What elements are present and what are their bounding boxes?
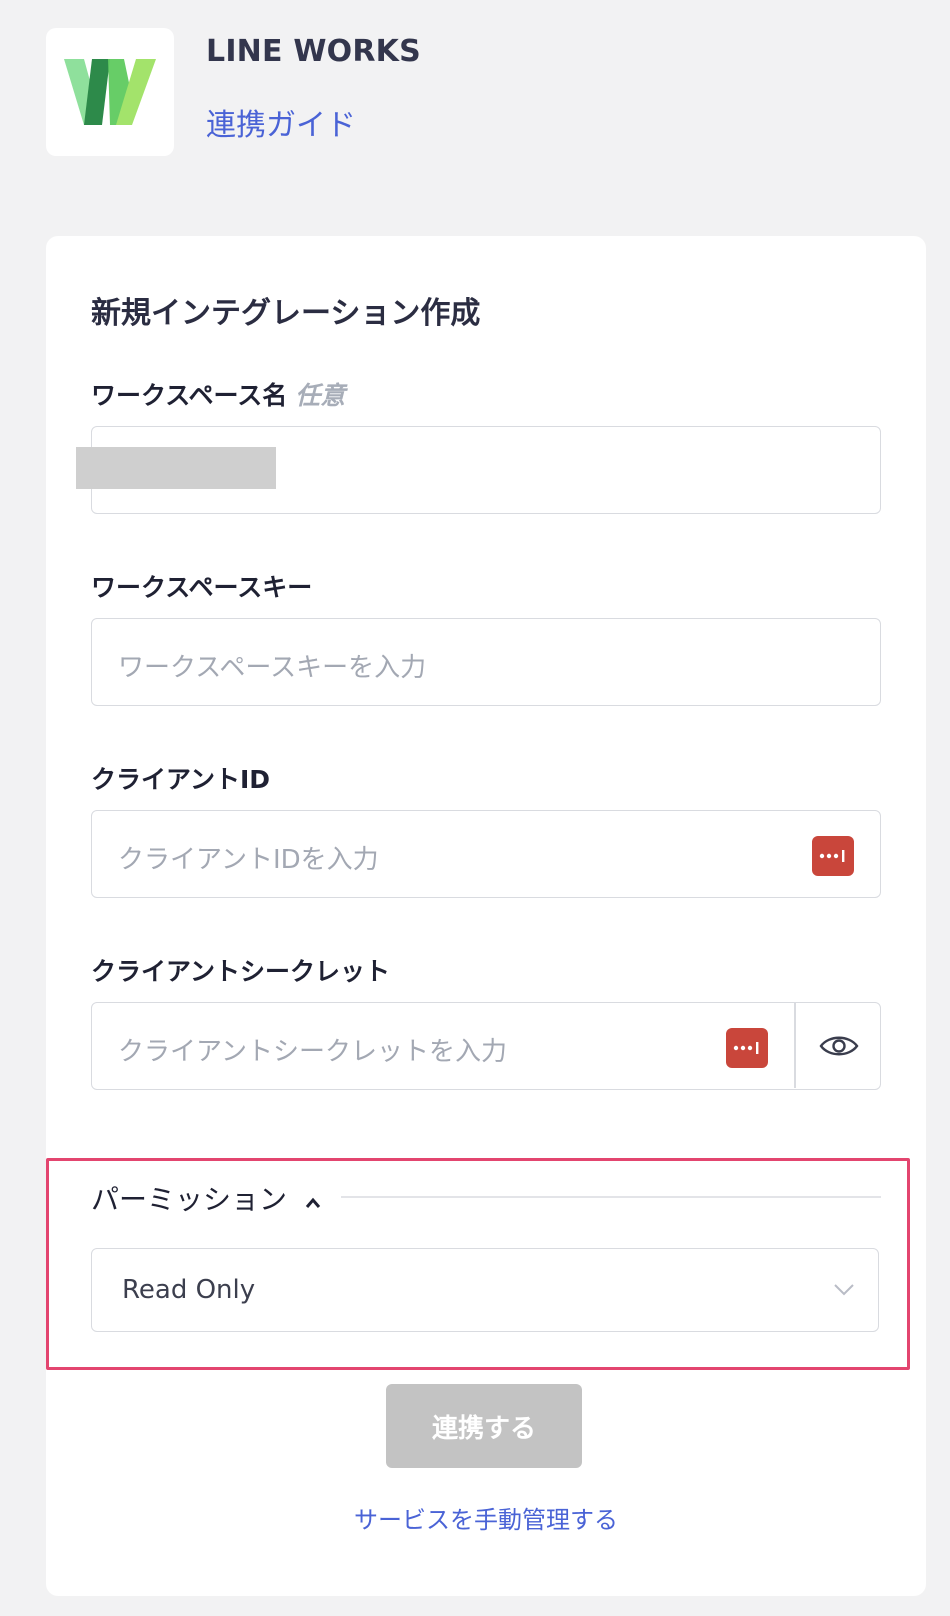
permission-toggle[interactable]: パーミッション bbox=[91, 1178, 332, 1218]
integration-guide-link[interactable]: 連携ガイド bbox=[206, 100, 356, 144]
app-logo bbox=[46, 28, 174, 156]
integration-form-card: 新規インテグレーション作成 ワークスペース名 任意 ワークスペースキー ワークスペ… bbox=[46, 236, 926, 1596]
show-secret-toggle[interactable] bbox=[796, 1003, 882, 1088]
client-secret-label: クライアントシークレット bbox=[91, 957, 391, 986]
redacted-value bbox=[76, 447, 276, 489]
chevron-down-icon bbox=[834, 1284, 854, 1296]
client-secret-input[interactable]: クライアントシークレットを入力 bbox=[91, 1002, 881, 1090]
form-title: 新規インテグレーション作成 bbox=[91, 296, 481, 331]
client-secret-placeholder: クライアントシークレットを入力 bbox=[118, 1037, 507, 1067]
app-title: LINE WORKS bbox=[206, 34, 421, 69]
workspace-name-label-text: ワークスペース名 bbox=[91, 381, 288, 410]
chevron-up-icon bbox=[305, 1197, 321, 1208]
connect-button[interactable]: 連携する bbox=[386, 1384, 582, 1468]
workspace-key-input[interactable]: ワークスペースキーを入力 bbox=[91, 618, 881, 706]
workspace-key-label: ワークスペースキー bbox=[91, 573, 313, 602]
section-divider bbox=[341, 1196, 881, 1198]
eye-icon bbox=[819, 1036, 859, 1055]
workspace-key-placeholder: ワークスペースキーを入力 bbox=[118, 653, 427, 683]
client-id-placeholder: クライアントIDを入力 bbox=[118, 845, 379, 875]
permission-selected-value: Read Only bbox=[122, 1275, 256, 1305]
client-id-input[interactable]: クライアントIDを入力 bbox=[91, 810, 881, 898]
line-works-logo-icon bbox=[64, 59, 156, 125]
permission-section-header: パーミッション bbox=[91, 1176, 881, 1218]
optional-tag: 任意 bbox=[295, 381, 346, 410]
client-id-label: クライアントID bbox=[91, 765, 271, 794]
workspace-name-input[interactable] bbox=[76, 426, 881, 514]
manual-management-link[interactable]: サービスを手動管理する bbox=[46, 1500, 926, 1535]
permission-label: パーミッション bbox=[91, 1183, 288, 1216]
permission-select[interactable]: Read Only bbox=[91, 1248, 879, 1332]
workspace-name-label: ワークスペース名 任意 bbox=[91, 376, 345, 412]
password-manager-icon[interactable] bbox=[726, 1028, 768, 1068]
password-manager-icon[interactable] bbox=[812, 836, 854, 876]
